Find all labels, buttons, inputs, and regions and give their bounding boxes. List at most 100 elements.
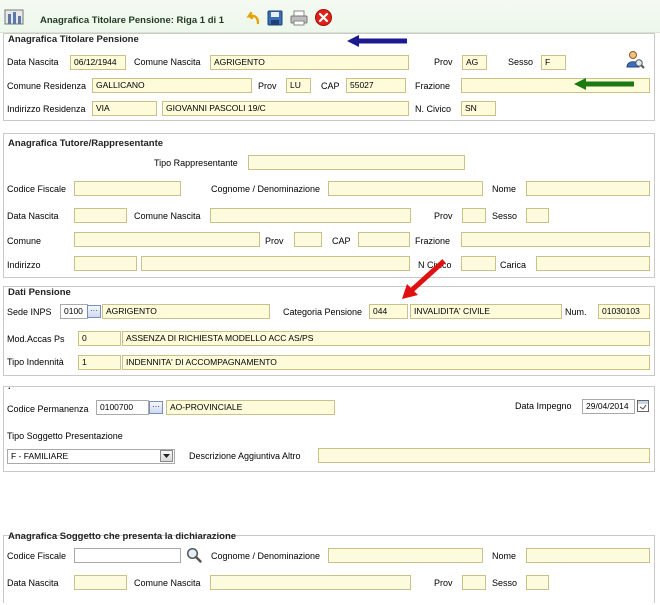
- field-prov-soggetto[interactable]: [462, 575, 486, 590]
- label-carica-tutore: Carica: [500, 260, 527, 270]
- section-tutore-title: Anagrafica Tutore/Rappresentante: [8, 138, 164, 149]
- field-sesso-soggetto[interactable]: [526, 575, 549, 590]
- section-pensione-title: Dati Pensione: [8, 287, 71, 298]
- section-soggetto-title: Anagrafica Soggetto che presenta la dich…: [8, 531, 237, 542]
- label-sede-inps: Sede INPS: [7, 307, 52, 317]
- label-frazione-tutore: Frazione: [415, 236, 451, 246]
- field-data-nascita-soggetto[interactable]: [74, 575, 127, 590]
- field-data-nascita-tutore[interactable]: [74, 208, 127, 223]
- toolbar: Anagrafica Titolare Pensione: Riga 1 di …: [0, 0, 660, 33]
- field-prov[interactable]: AG: [462, 55, 487, 70]
- field-data-impegno[interactable]: 29/04/2014: [582, 399, 635, 414]
- label-prov: Prov: [434, 57, 453, 67]
- label-tipo-soggetto: Tipo Soggetto Presentazione: [7, 431, 123, 441]
- field-sede-code[interactable]: 0100: [60, 304, 88, 319]
- field-codice-permanenza[interactable]: 0100700: [96, 400, 149, 415]
- close-icon[interactable]: [315, 9, 332, 26]
- field-tipo-code[interactable]: 1: [78, 355, 121, 370]
- tipo-soggetto-select[interactable]: F - FAMILIARE: [7, 449, 175, 464]
- field-descrizione-aggiuntiva[interactable]: [318, 448, 650, 463]
- label-prov2-tutore: Prov: [265, 236, 284, 246]
- label-civico: N. Civico: [415, 104, 452, 114]
- field-prov-residenza[interactable]: LU: [286, 78, 311, 93]
- field-indirizzo-tipo[interactable]: VIA: [92, 101, 157, 116]
- field-indirizzo-tipo-tutore[interactable]: [74, 256, 137, 271]
- field-civico[interactable]: SN: [461, 101, 496, 116]
- calendar-icon[interactable]: [637, 400, 649, 412]
- search-icon[interactable]: [186, 547, 202, 563]
- label-sesso-soggetto: Sesso: [492, 578, 518, 588]
- label-categoria: Categoria Pensione: [283, 307, 363, 317]
- field-comune-tutore[interactable]: [74, 232, 260, 247]
- field-data-nascita[interactable]: 06/12/1944: [70, 55, 126, 70]
- label-num: Num.: [565, 307, 587, 317]
- label-cognome-soggetto: Cognome / Denominazione: [211, 551, 321, 561]
- field-carica-tutore[interactable]: [536, 256, 650, 271]
- label-indirizzo-residenza: Indirizzo Residenza: [7, 104, 86, 114]
- label-sesso: Sesso: [508, 57, 534, 67]
- print-icon[interactable]: [290, 10, 308, 26]
- field-sesso[interactable]: F: [541, 55, 566, 70]
- label-codice-fiscale-tutore: Codice Fiscale: [7, 184, 67, 194]
- person-search-icon[interactable]: [625, 50, 645, 70]
- field-num[interactable]: 01030103: [598, 304, 650, 319]
- label-codice-fiscale-soggetto: Codice Fiscale: [7, 551, 67, 561]
- toolbar-title: Anagrafica Titolare Pensione: Riga 1 di …: [40, 15, 225, 26]
- undo-icon[interactable]: [245, 10, 261, 26]
- field-indirizzo[interactable]: GIOVANNI PASCOLI 19/C: [162, 101, 409, 116]
- red-arrow-annotation: [402, 259, 446, 299]
- field-comune-residenza[interactable]: GALLICANO: [92, 78, 252, 93]
- field-tipo-rappresentante[interactable]: [248, 155, 465, 170]
- field-prov-tutore[interactable]: [462, 208, 486, 223]
- field-mod-code[interactable]: 0: [78, 331, 121, 346]
- label-frazione: Frazione: [415, 81, 451, 91]
- label-prov-residenza: Prov: [258, 81, 277, 91]
- field-cap-tutore[interactable]: [358, 232, 410, 247]
- label-mod-accas: Mod.Accas Ps: [7, 334, 65, 344]
- blue-arrow-annotation: [347, 35, 407, 47]
- chevron-down-icon[interactable]: [160, 450, 173, 462]
- field-sede-name[interactable]: AGRIGENTO: [102, 304, 270, 319]
- label-indirizzo-tutore: Indirizzo: [7, 260, 41, 270]
- field-indirizzo-tutore[interactable]: [141, 256, 410, 271]
- field-nome-soggetto[interactable]: [526, 548, 650, 563]
- field-categoria-code[interactable]: 044: [369, 304, 408, 319]
- label-codice-permanenza: Codice Permanenza: [7, 404, 89, 414]
- app-logo-icon: [4, 6, 26, 26]
- label-prov-tutore: Prov: [434, 211, 453, 221]
- permanenza-lookup-button[interactable]: ···: [149, 401, 163, 414]
- field-categoria-name[interactable]: INVALIDITA' CIVILE: [410, 304, 562, 319]
- sede-lookup-button[interactable]: ···: [87, 305, 101, 318]
- field-cognome-tutore[interactable]: [328, 181, 483, 196]
- field-comune-nascita-tutore[interactable]: [210, 208, 411, 223]
- field-nome-tutore[interactable]: [526, 181, 650, 196]
- green-arrow-annotation: [574, 78, 634, 90]
- section-soggetto: [3, 535, 655, 603]
- section-permanenza-title: .: [8, 381, 11, 392]
- label-cap: CAP: [321, 81, 340, 91]
- label-sesso-tutore: Sesso: [492, 211, 518, 221]
- field-frazione-tutore[interactable]: [461, 232, 650, 247]
- field-cap[interactable]: 55027: [346, 78, 406, 93]
- label-cap-tutore: CAP: [332, 236, 351, 246]
- save-icon[interactable]: [267, 10, 283, 26]
- field-sesso-tutore[interactable]: [526, 208, 549, 223]
- field-cognome-soggetto[interactable]: [328, 548, 483, 563]
- label-data-nascita: Data Nascita: [7, 57, 59, 67]
- label-descrizione-aggiuntiva: Descrizione Aggiuntiva Altro: [189, 451, 301, 461]
- label-data-impegno: Data Impegno: [515, 401, 572, 411]
- field-mod-desc[interactable]: ASSENZA DI RICHIESTA MODELLO ACC AS/PS: [122, 331, 650, 346]
- field-codice-fiscale-tutore[interactable]: [74, 181, 181, 196]
- field-comune-nascita[interactable]: AGRIGENTO: [210, 55, 409, 70]
- label-comune-nascita-tutore: Comune Nascita: [134, 211, 201, 221]
- label-prov-soggetto: Prov: [434, 578, 453, 588]
- label-tipo-indennita: Tipo Indennità: [7, 357, 64, 367]
- label-nome-tutore: Nome: [492, 184, 517, 194]
- field-codice-fiscale-soggetto[interactable]: [74, 548, 181, 563]
- field-civico-tutore[interactable]: [461, 256, 496, 271]
- label-cognome-tutore: Cognome / Denominazione: [211, 184, 321, 194]
- field-tipo-desc[interactable]: INDENNITA' DI ACCOMPAGNAMENTO: [122, 355, 650, 370]
- field-codice-desc[interactable]: AO-PROVINCIALE: [166, 400, 335, 415]
- field-prov2-tutore[interactable]: [294, 232, 322, 247]
- field-comune-nascita-soggetto[interactable]: [210, 575, 411, 590]
